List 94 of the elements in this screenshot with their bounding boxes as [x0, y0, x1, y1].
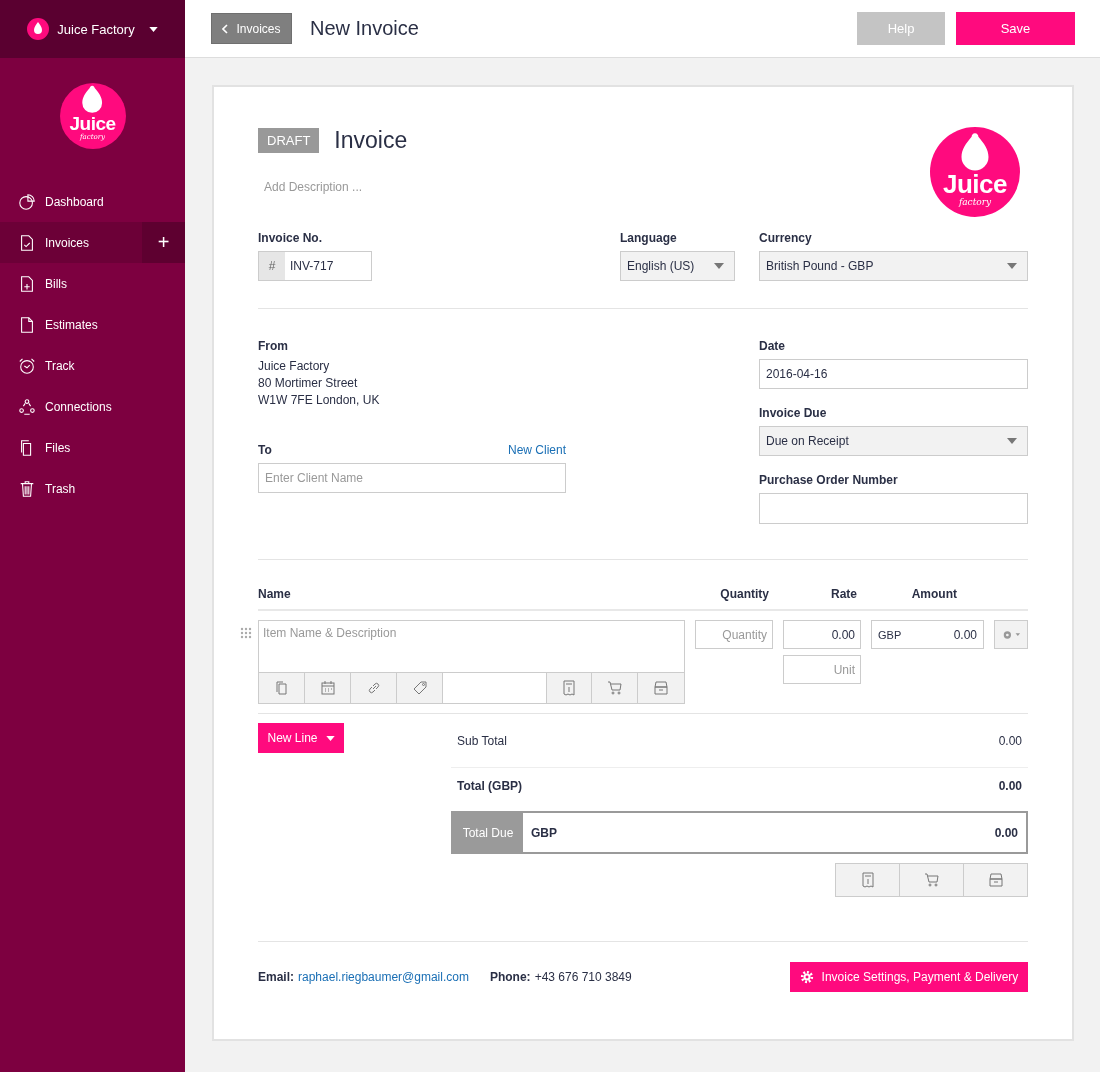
- nav-item[interactable]: Dashboard: [0, 181, 185, 222]
- receipt-button[interactable]: [546, 673, 592, 703]
- copy-button[interactable]: [259, 673, 305, 703]
- email-label: Email:: [258, 970, 294, 984]
- cart-button[interactable]: [592, 673, 638, 703]
- add-invoice-button[interactable]: +: [142, 222, 185, 263]
- document-check-icon: [18, 233, 36, 252]
- page-title: New Invoice: [310, 17, 419, 40]
- cart-icon: [606, 680, 623, 696]
- column-header: Quantity: [719, 587, 769, 601]
- company-name: Juice Factory: [57, 21, 135, 37]
- archive-icon: [653, 680, 669, 696]
- total-due-value: 0.00: [994, 825, 1019, 840]
- total-label: Total (GBP): [457, 779, 523, 795]
- trash-icon: [18, 479, 36, 498]
- invoice-due-select[interactable]: Due on Receipt: [759, 426, 1028, 456]
- chevron-left-icon: [222, 23, 229, 34]
- field-label: Date: [759, 339, 786, 353]
- receipt-icon: [859, 872, 876, 888]
- logo-icon: [27, 18, 50, 40]
- subtotal-value: 0.00: [998, 734, 1022, 750]
- column-header: Rate: [830, 587, 857, 601]
- archive-icon: [987, 872, 1004, 888]
- field-label: Language: [620, 231, 678, 245]
- total-due-currency: GBP: [530, 825, 558, 840]
- invoice-settings-button[interactable]: Invoice Settings, Payment & Delivery: [790, 962, 1028, 992]
- receipt-button[interactable]: [835, 863, 900, 897]
- company-logo: Juice factory: [930, 127, 1020, 217]
- new-line-button[interactable]: New Line: [258, 723, 344, 753]
- save-button[interactable]: Save: [956, 12, 1075, 45]
- language-select[interactable]: English (US): [620, 251, 735, 281]
- back-button[interactable]: Invoices: [211, 13, 292, 44]
- company-switcher[interactable]: Juice Factory: [0, 0, 185, 58]
- nav-item[interactable]: Files: [0, 427, 185, 468]
- cart-button[interactable]: [899, 863, 964, 897]
- email-link[interactable]: raphael.riegbaumer@gmail.com: [298, 970, 469, 984]
- caret-icon: [325, 735, 335, 741]
- subtotal-label: Sub Total: [457, 734, 507, 750]
- nav-item[interactable]: Trash: [0, 468, 185, 509]
- currency-select[interactable]: British Pound - GBP: [759, 251, 1028, 281]
- copy-icon: [273, 680, 290, 696]
- field-label: Invoice No.: [258, 231, 323, 245]
- purchase-order-field[interactable]: [759, 493, 1028, 524]
- new-client-link[interactable]: New Client: [507, 443, 566, 457]
- caret-icon: [1007, 263, 1017, 269]
- link-button[interactable]: [351, 673, 397, 703]
- total-value: 0.00: [998, 779, 1022, 795]
- quantity-field[interactable]: Quantity: [695, 620, 773, 649]
- caret-icon: [1007, 438, 1017, 444]
- tag-icon: [411, 680, 428, 696]
- nav-item[interactable]: Estimates: [0, 304, 185, 345]
- calendar-icon: [319, 680, 336, 696]
- address-line: 80 Mortimer Street: [258, 376, 359, 390]
- amount-field: GBP 0.00: [871, 620, 984, 649]
- column-header: Name: [258, 587, 292, 601]
- archive-button[interactable]: [963, 863, 1028, 897]
- field-label: To: [258, 443, 272, 457]
- caret-icon: [148, 26, 158, 32]
- receipt-icon: [561, 680, 577, 696]
- status-badge: DRAFT: [258, 128, 320, 153]
- item-description-field[interactable]: Item Name & Description: [258, 620, 685, 673]
- caret-icon: [714, 263, 724, 269]
- field-label: Currency: [759, 231, 813, 245]
- gear-icon: [1001, 628, 1021, 641]
- cart-icon: [923, 872, 940, 888]
- drag-handle-icon[interactable]: [240, 627, 252, 639]
- address-line: W1W 7FE London, UK: [258, 393, 381, 407]
- archive-button[interactable]: [638, 673, 684, 703]
- invoice-heading: Invoice: [334, 127, 408, 154]
- unit-field[interactable]: Unit: [783, 655, 861, 684]
- pie-chart-icon: [18, 192, 36, 211]
- address-line: Juice Factory: [258, 359, 331, 373]
- field-label: From: [258, 339, 289, 353]
- date-field[interactable]: 2016-04-16: [759, 359, 1028, 389]
- nav-item[interactable]: Invoices: [0, 222, 142, 263]
- line-settings-button[interactable]: [994, 620, 1028, 649]
- tag-button[interactable]: [397, 673, 443, 703]
- field-label: Purchase Order Number: [759, 473, 899, 487]
- rate-field[interactable]: 0.00: [783, 620, 861, 649]
- calendar-button[interactable]: [305, 673, 351, 703]
- document-icon: [18, 315, 36, 334]
- nav-item[interactable]: Track: [0, 345, 185, 386]
- column-header: Amount: [910, 587, 957, 601]
- field-label: Invoice Due: [759, 406, 828, 420]
- total-due-label: Total Due: [453, 813, 523, 852]
- document-plus-icon: [18, 274, 36, 293]
- gear-icon: [799, 970, 814, 984]
- phone-label: Phone:: [489, 970, 531, 984]
- phone-number: +43 676 710 3849: [534, 970, 632, 984]
- nav-item[interactable]: Bills: [0, 263, 185, 304]
- alarm-clock-icon: [18, 356, 36, 375]
- client-name-field[interactable]: Enter Client Name: [258, 463, 566, 493]
- nav-item[interactable]: Connections: [0, 386, 185, 427]
- people-icon: [18, 397, 36, 416]
